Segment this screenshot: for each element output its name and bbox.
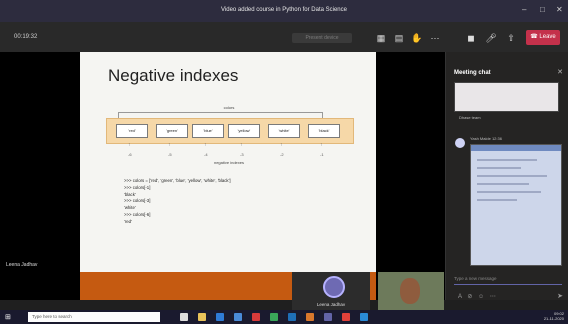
list-cell: 'blue' [192, 124, 224, 138]
mic-icon[interactable]: 🎤︎ [484, 31, 498, 45]
app-icon[interactable] [288, 313, 296, 321]
chat-screenshot[interactable] [470, 144, 562, 266]
self-video-tile[interactable]: Leena Jadhav [292, 272, 370, 312]
minimize-icon[interactable]: – [522, 5, 526, 14]
code-line: >>> colors[-1] [124, 184, 151, 190]
up-arrow-icon: ↑ [128, 142, 131, 148]
chat-header: Meeting chat [454, 70, 491, 76]
shared-screen: Negative indexes colors 'red' 'green' 'b… [0, 52, 445, 300]
screenshot-line [477, 199, 517, 201]
presenter-name: Leena Jadhav [6, 262, 38, 268]
code-line: 'black' [124, 191, 136, 197]
meeting-timer: 00:19:32 [14, 34, 38, 40]
list-cell: 'red' [116, 124, 148, 138]
app-icon[interactable] [306, 313, 314, 321]
share-tray-icon[interactable]: ⇧ [504, 31, 518, 45]
emoji-icon[interactable]: ☺ [478, 294, 486, 300]
meeting-toolbar: 00:19:32 Present device ▦ ▤ ✋ ⋯ ◼ 🎤︎ ⇧ ☎… [0, 22, 568, 52]
screenshot-line [477, 175, 547, 177]
participant-video [400, 278, 420, 304]
format-icon[interactable]: A [458, 294, 464, 300]
index-label: -1 [320, 152, 324, 157]
chat-image-caption: Dhase team [459, 115, 481, 120]
app-icon[interactable] [252, 313, 260, 321]
task-view-icon[interactable] [180, 313, 188, 321]
message-sender: Yash Malde 12:36 [470, 136, 502, 141]
code-line: >>> colors = ['red', 'green', 'blue', 'y… [124, 178, 231, 183]
avatar [323, 276, 345, 298]
camera-icon[interactable]: ◼ [464, 31, 478, 45]
index-label: -6 [128, 152, 132, 157]
clock-date: 21-11-2020 [543, 316, 564, 321]
app-icon[interactable] [360, 313, 368, 321]
reactions-icon[interactable]: ✋ [410, 31, 424, 45]
participants-icon[interactable]: ▦ [374, 31, 388, 45]
code-line: >>> colors[-3] [124, 198, 151, 204]
index-label: -3 [240, 152, 244, 157]
sender-avatar [455, 138, 465, 148]
tick-top-line [118, 112, 322, 113]
list-cell: 'yellow' [228, 124, 260, 138]
up-arrow-icon: ↑ [240, 142, 243, 148]
close-chat-icon[interactable]: ✕ [557, 68, 563, 76]
screenshot-line [477, 191, 541, 193]
list-cell: 'white' [268, 124, 300, 138]
index-label: -5 [168, 152, 172, 157]
self-name: Leena Jadhav [316, 302, 346, 307]
meeting-chat-panel: Meeting chat ✕ Dhase team Yash Malde 12:… [445, 52, 568, 300]
taskbar: ⊞ Type here to search 09:02 21-11-2020 [0, 310, 568, 324]
negative-indexes-label: negative indexes [213, 160, 245, 165]
index-label: -4 [204, 152, 208, 157]
chat-image[interactable]: Dhase team [454, 82, 559, 120]
up-arrow-icon: ↑ [204, 142, 207, 148]
chrome-icon[interactable] [342, 313, 350, 321]
code-line: >>> colors[-6] [124, 211, 151, 217]
more-icon[interactable]: ⋯ [490, 294, 498, 300]
screenshot-line [477, 159, 537, 161]
up-arrow-icon: ↑ [280, 142, 283, 148]
code-line: 'red' [124, 218, 132, 224]
present-button[interactable]: Present device [292, 33, 352, 43]
screenshot-titlebar [471, 145, 561, 151]
tick-top [322, 112, 323, 118]
chat-icon[interactable]: ▤ [392, 31, 406, 45]
code-line: 'white' [124, 205, 136, 211]
screenshot-line [477, 183, 529, 185]
close-window-icon[interactable]: ✕ [556, 5, 563, 14]
list-cell: 'black' [308, 124, 340, 138]
phone-icon: ☎ [530, 34, 538, 40]
app-icon[interactable] [270, 313, 278, 321]
presentation-slide: Negative indexes colors 'red' 'green' 'b… [80, 52, 376, 272]
message-input[interactable]: Type a new message [454, 274, 562, 285]
leave-button[interactable]: ☎ Leave [526, 30, 560, 45]
system-tray[interactable]: 09:02 21-11-2020 [544, 311, 564, 321]
slide-title: Negative indexes [108, 66, 239, 85]
up-arrow-icon: ↑ [320, 142, 323, 148]
store-icon[interactable] [234, 313, 242, 321]
index-label: -2 [280, 152, 284, 157]
colors-label: colors [223, 105, 235, 110]
send-icon[interactable]: ➤ [557, 292, 563, 300]
code-snippet: >>> colors = ['red', 'green', 'blue', 'y… [124, 178, 231, 226]
windows-start-icon[interactable]: ⊞ [5, 313, 11, 321]
taskbar-search[interactable]: Type here to search [28, 312, 160, 322]
compose-tools: A ⊘ ☺ ⋯ [458, 293, 498, 300]
edge-icon[interactable] [216, 313, 224, 321]
window-titlebar: Video added course in Python for Data Sc… [0, 0, 568, 22]
leave-label: Leave [539, 34, 556, 40]
participant-video-tile[interactable] [378, 272, 444, 312]
up-arrow-icon: ↑ [168, 142, 171, 148]
teams-icon[interactable] [324, 313, 332, 321]
file-explorer-icon[interactable] [198, 313, 206, 321]
more-options-icon[interactable]: ⋯ [428, 31, 442, 45]
screenshot-line [477, 167, 521, 169]
list-cell: 'green' [156, 124, 188, 138]
attach-icon[interactable]: ⊘ [467, 294, 474, 300]
window-title: Video added course in Python for Data Sc… [221, 7, 347, 13]
maximize-icon[interactable]: □ [540, 5, 545, 14]
